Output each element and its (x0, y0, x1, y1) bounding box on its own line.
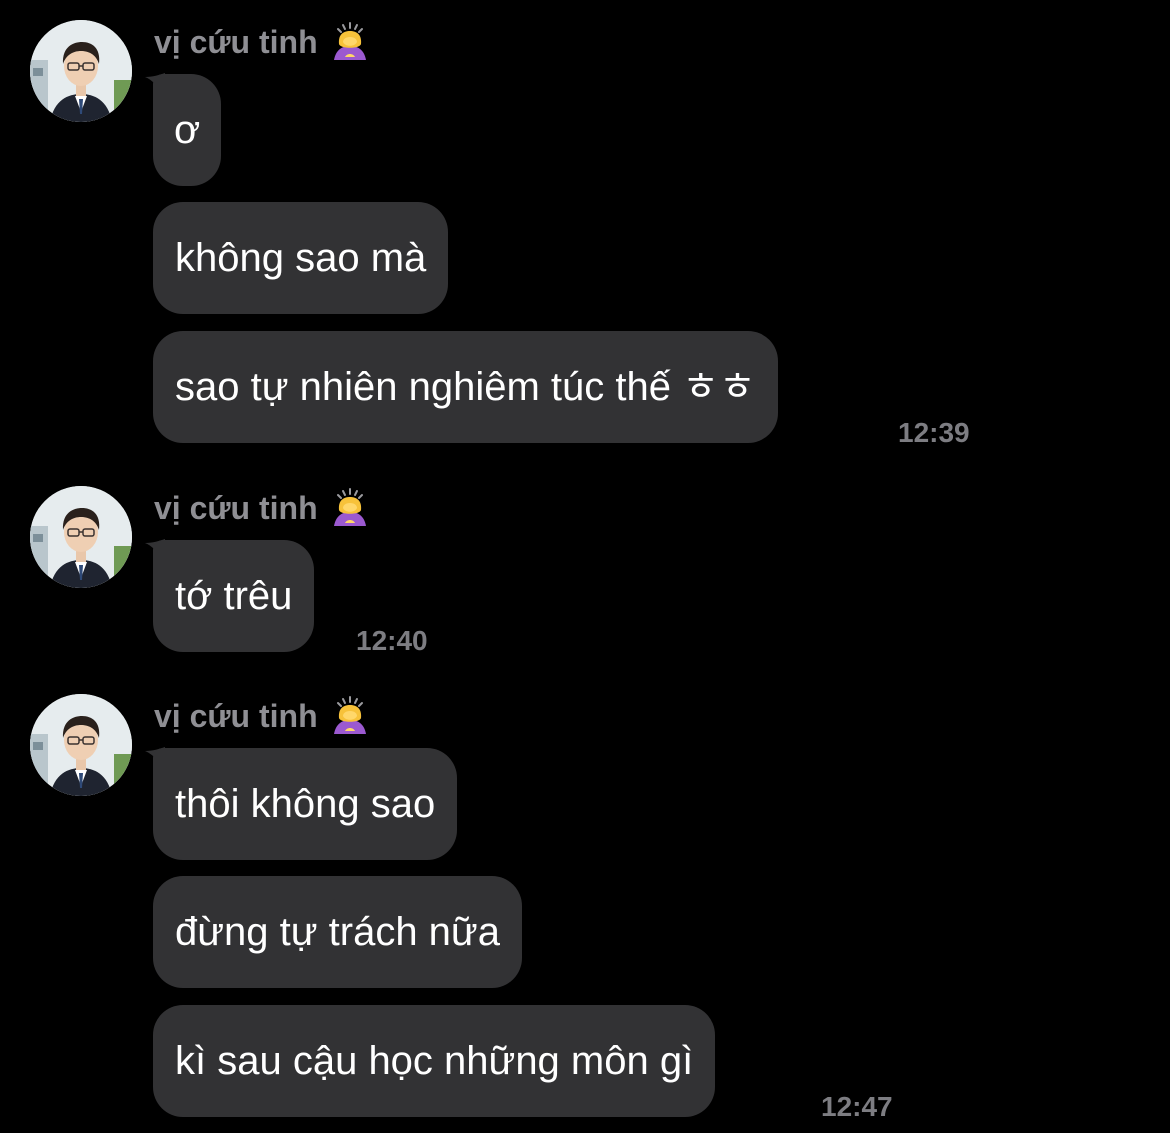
message-bubble[interactable]: đừng tự trách nữa (153, 876, 522, 988)
avatar-photo (30, 486, 132, 588)
message-bubble[interactable]: không sao mà (153, 202, 449, 314)
person-bowing-icon (333, 696, 366, 734)
message-time: 12:39 (898, 417, 970, 448)
person-bowing-icon (333, 488, 366, 526)
sender-avatar[interactable] (30, 20, 132, 122)
message-time: 12:40 (356, 625, 428, 656)
message-bubble[interactable]: ơ (153, 74, 222, 186)
sender-name-text: vị cứu tinh (154, 23, 318, 60)
sender-avatar[interactable] (30, 694, 132, 796)
sender-name: vị cứu tinh (154, 696, 370, 736)
message-bubble[interactable]: tớ trêu (153, 540, 315, 652)
person-bowing-icon (333, 22, 366, 60)
avatar-photo (30, 20, 132, 122)
sender-name-text: vị cứu tinh (154, 697, 318, 734)
message-time: 12:47 (821, 1091, 893, 1122)
sender-name-text: vị cứu tinh (154, 489, 318, 526)
sender-name: vị cứu tinh (154, 488, 370, 528)
sender-avatar[interactable] (30, 486, 132, 588)
avatar-photo (30, 694, 132, 796)
sender-name: vị cứu tinh (154, 22, 370, 62)
message-bubble[interactable]: kì sau cậu học những môn gì (153, 1005, 716, 1117)
message-bubble[interactable]: sao tự nhiên nghiêm túc thế ㅎㅎ (153, 331, 778, 443)
message-bubble[interactable]: thôi không sao (153, 748, 458, 860)
